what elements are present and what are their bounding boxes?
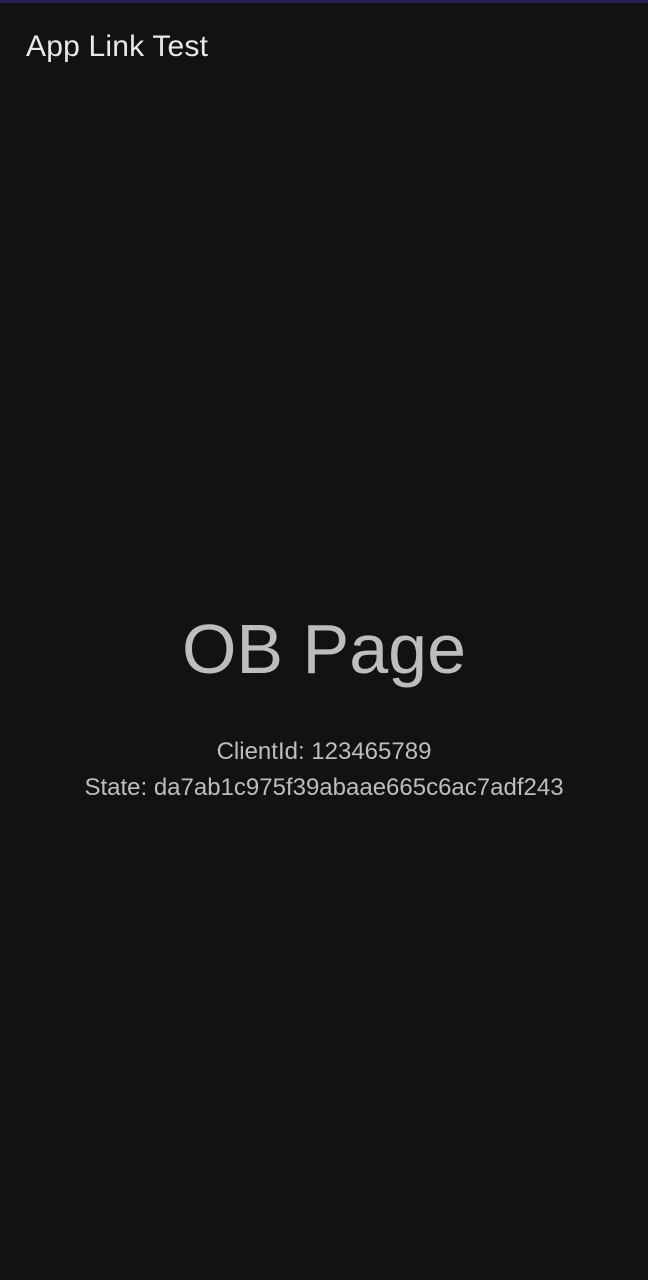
app-bar: App Link Test	[0, 3, 648, 92]
state-text: State: da7ab1c975f39abaae665c6ac7adf243	[84, 774, 564, 801]
page-heading: OB Page	[181, 610, 467, 688]
main-content: OB Page ClientId: 123465789 State: da7ab…	[0, 92, 648, 1280]
client-id-text: ClientId: 123465789	[216, 738, 432, 765]
app-title: App Link Test	[26, 30, 209, 63]
